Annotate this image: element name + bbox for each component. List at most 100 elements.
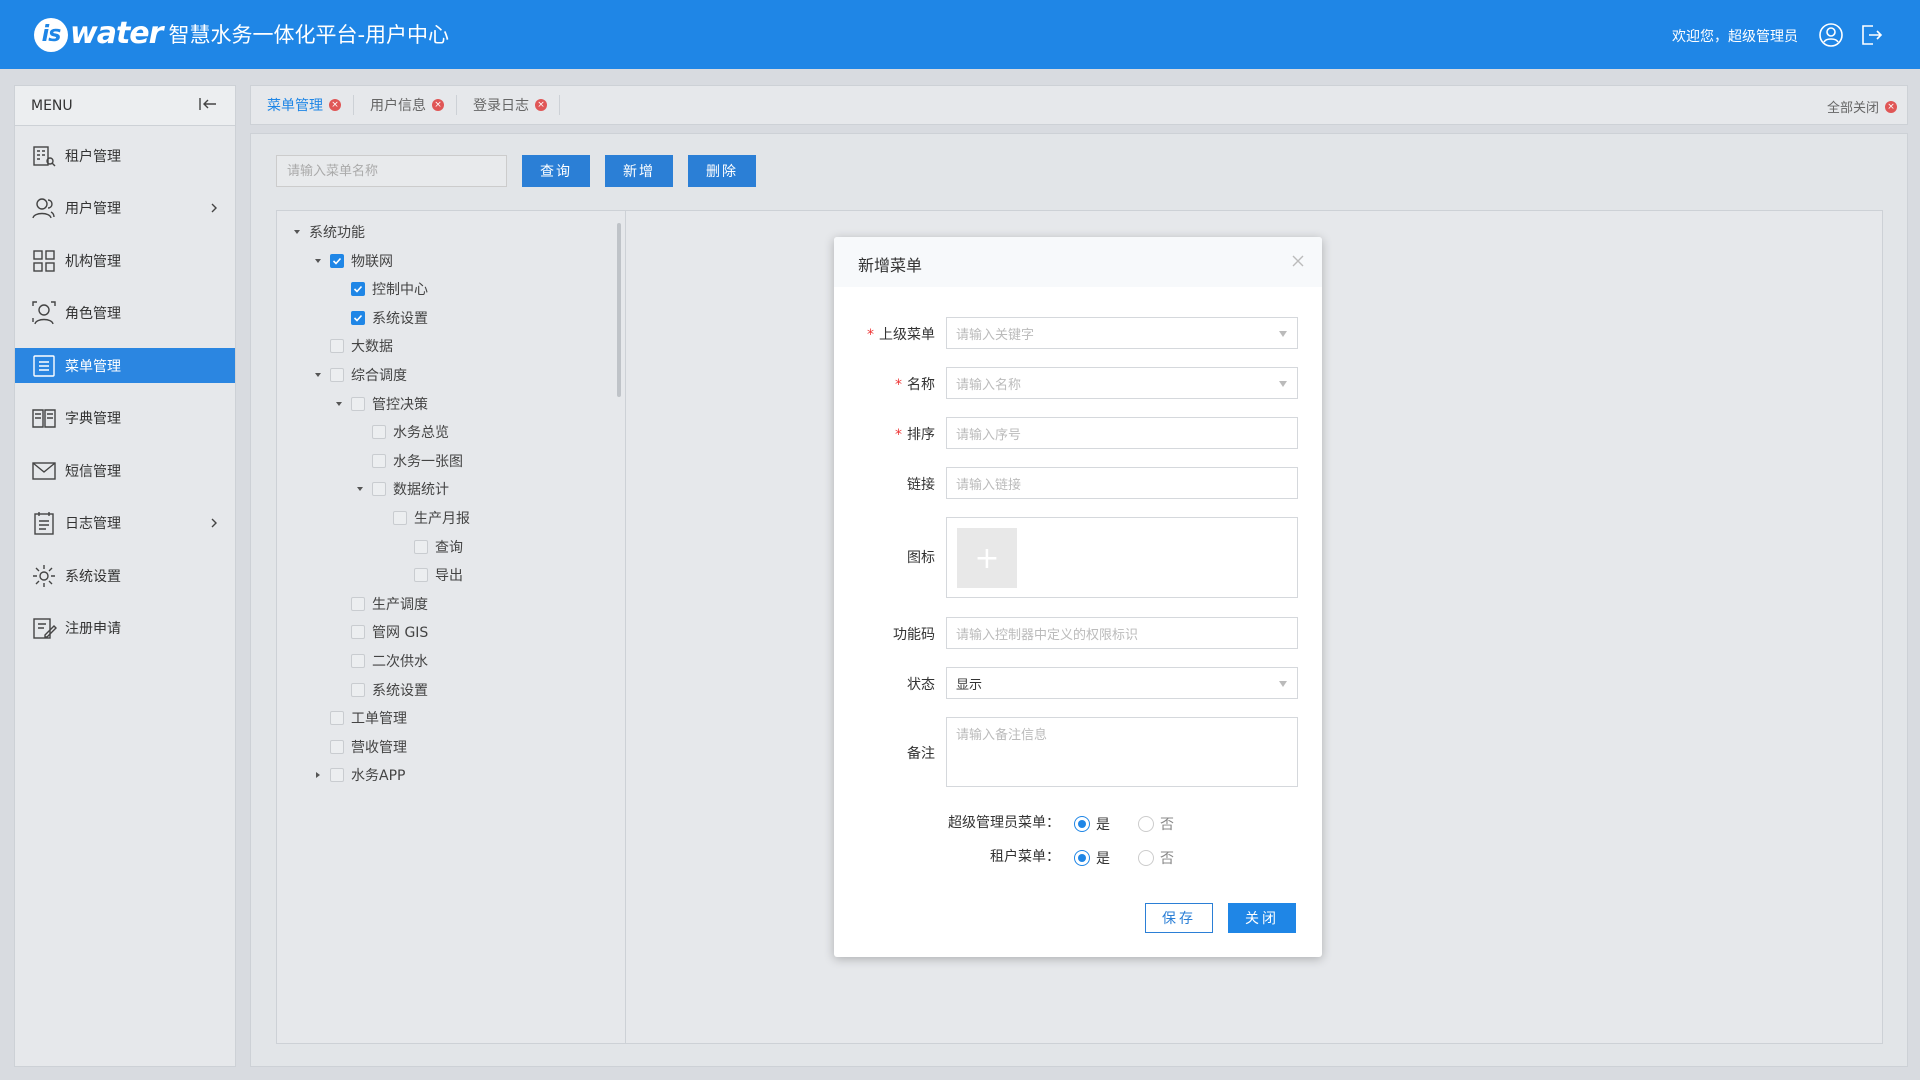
close-button[interactable]: 关闭 (1228, 903, 1296, 933)
sidebar-header: MENU (15, 86, 235, 126)
tabs-bar: 菜单管理 × 用户信息 × 登录日志 × 全部关闭 × (250, 85, 1908, 125)
tab-close-icon[interactable]: × (329, 99, 341, 111)
tree-checkbox[interactable] (330, 368, 344, 382)
caret-down-icon[interactable] (333, 398, 345, 410)
tree-node[interactable]: 大数据 (312, 336, 393, 356)
tree-node[interactable]: 系统功能 (291, 222, 365, 242)
caret-spacer (333, 598, 345, 610)
menu-search-input[interactable] (276, 155, 507, 187)
tree-checkbox[interactable] (351, 682, 365, 697)
close-all-tabs[interactable]: 全部关闭 × (1827, 97, 1897, 116)
tree-checkbox[interactable] (330, 253, 344, 268)
radio-dot (1138, 816, 1154, 832)
field-label: 功能码 (893, 627, 935, 643)
super-admin-yes-radio[interactable]: 是 (1074, 814, 1110, 834)
tree-checkbox[interactable] (351, 654, 365, 668)
tree-node[interactable]: 物联网 (312, 251, 393, 271)
app-header: is water 智慧水务一体化平台-用户中心 欢迎您，超级管理员 (0, 0, 1920, 69)
sidebar-item[interactable]: 短信管理 (15, 453, 235, 488)
tree-node[interactable]: 控制中心 (333, 279, 428, 299)
tree-checkbox[interactable] (351, 310, 365, 325)
tree-checkbox[interactable] (330, 339, 344, 354)
add-icon-button[interactable]: + (957, 528, 1017, 588)
tree-node[interactable]: 管控决策 (333, 394, 428, 414)
tenant-no-radio[interactable]: 否 (1138, 848, 1174, 868)
tab-login-log[interactable]: 登录日志 × (457, 95, 560, 115)
parent-menu-select[interactable]: 请输入关键字 (946, 317, 1298, 349)
caret-spacer (333, 684, 345, 696)
tab-menu-management[interactable]: 菜单管理 × (251, 95, 354, 115)
caret-right-icon[interactable] (312, 769, 324, 781)
tree-checkbox[interactable] (372, 425, 386, 440)
tab-user-info[interactable]: 用户信息 × (354, 95, 457, 115)
sidebar-item[interactable]: 日志管理 (15, 506, 235, 541)
permission-code-input[interactable]: 请输入控制器中定义的权限标识 (946, 617, 1298, 649)
tree-node[interactable]: 工单管理 (312, 708, 407, 728)
tree-checkbox[interactable] (414, 539, 428, 554)
remark-textarea[interactable]: 请输入备注信息 (946, 717, 1298, 787)
tree-node[interactable]: 系统设置 (333, 308, 428, 328)
tenant-menu-radio-group: 租户菜单： 是 否 (834, 845, 1322, 868)
tree-checkbox[interactable] (330, 739, 344, 754)
sidebar-item[interactable]: 注册申请 (15, 611, 235, 646)
tab-close-icon[interactable]: × (432, 99, 444, 111)
sidebar-item[interactable]: 系统设置 (15, 558, 235, 593)
tab-close-icon[interactable]: × (535, 99, 547, 111)
sidebar-item-label: 租户管理 (65, 148, 121, 165)
tree-node[interactable]: 综合调度 (312, 365, 407, 385)
required-mark: * (867, 327, 874, 343)
name-select[interactable]: 请输入名称 (946, 367, 1298, 399)
tree-node[interactable]: 营收管理 (312, 737, 407, 757)
tree-checkbox[interactable] (351, 282, 365, 297)
tree-checkbox[interactable] (330, 768, 344, 783)
add-button[interactable]: 新增 (605, 155, 673, 187)
tree-node[interactable]: 管网 GIS (333, 622, 428, 642)
caret-down-icon[interactable] (312, 255, 324, 267)
tree-node[interactable]: 生产月报 (375, 508, 470, 528)
save-button[interactable]: 保存 (1145, 903, 1213, 933)
user-icon[interactable] (1818, 22, 1844, 48)
tree-scrollbar[interactable] (617, 223, 621, 397)
sort-input[interactable]: 请输入序号 (946, 417, 1298, 449)
caret-spacer (396, 541, 408, 553)
tree-checkbox[interactable] (372, 453, 386, 468)
tree-node[interactable]: 查询 (396, 537, 463, 557)
tenant-yes-radio[interactable]: 是 (1074, 848, 1110, 868)
tree-node[interactable]: 数据统计 (354, 479, 449, 499)
sidebar-item[interactable]: 租户管理 (15, 138, 235, 173)
tree-node[interactable]: 水务一张图 (354, 451, 463, 471)
caret-down-icon[interactable] (312, 369, 324, 381)
query-button[interactable]: 查询 (522, 155, 590, 187)
sidebar-item[interactable]: 字典管理 (15, 401, 235, 436)
logout-icon[interactable] (1858, 22, 1884, 48)
collapse-sidebar-icon[interactable] (199, 97, 217, 115)
tree-checkbox[interactable] (330, 711, 344, 726)
close-icon[interactable] (1290, 253, 1306, 269)
sidebar-item[interactable]: 角色管理 (15, 296, 235, 331)
caret-spacer (312, 340, 324, 352)
tree-node[interactable]: 系统设置 (333, 680, 428, 700)
tree-checkbox[interactable] (351, 596, 365, 611)
tree-checkbox[interactable] (372, 482, 386, 497)
sidebar-item[interactable]: 机构管理 (15, 243, 235, 278)
caret-spacer (396, 569, 408, 581)
close-all-icon[interactable]: × (1885, 100, 1897, 113)
link-input[interactable]: 请输入链接 (946, 467, 1298, 499)
tree-checkbox[interactable] (414, 568, 428, 583)
tree-node[interactable]: 导出 (396, 565, 463, 585)
tree-checkbox[interactable] (351, 625, 365, 640)
sidebar-item[interactable]: 菜单管理 (15, 348, 235, 383)
status-select[interactable]: 显示 (946, 667, 1298, 699)
radio-dot (1138, 850, 1154, 866)
caret-down-icon[interactable] (291, 226, 303, 238)
sidebar-item[interactable]: 用户管理 (15, 191, 235, 226)
tree-node[interactable]: 生产调度 (333, 594, 428, 614)
delete-button[interactable]: 删除 (688, 155, 756, 187)
caret-down-icon[interactable] (354, 483, 366, 495)
super-admin-no-radio[interactable]: 否 (1138, 814, 1174, 834)
tree-node[interactable]: 水务总览 (354, 422, 449, 442)
tree-node[interactable]: 水务APP (312, 765, 405, 785)
tree-checkbox[interactable] (393, 511, 407, 525)
tree-node[interactable]: 二次供水 (333, 651, 428, 671)
tree-checkbox[interactable] (351, 396, 365, 411)
